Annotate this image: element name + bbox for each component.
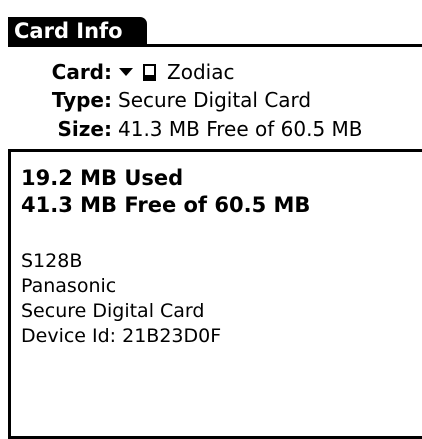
card-label: Card: xyxy=(51,60,112,84)
app-title: Card Info xyxy=(8,17,147,46)
free-space: 41.3 MB Free of 60.5 MB xyxy=(21,193,311,217)
device-id: Device Id: 21B23D0F xyxy=(21,325,222,347)
card-value[interactable]: Zodiac xyxy=(167,58,234,86)
sd-card-icon xyxy=(143,63,156,81)
size-label: Size: xyxy=(57,117,112,141)
triangle-down-icon[interactable] xyxy=(118,66,134,78)
type-label: Type: xyxy=(51,88,112,112)
type-value: Secure Digital Card xyxy=(118,88,312,112)
card-model: S128B xyxy=(21,250,83,272)
detail-panel: 19.2 MB Used 41.3 MB Free of 60.5 MB S12… xyxy=(8,149,422,439)
size-value: 41.3 MB Free of 60.5 MB xyxy=(118,117,363,141)
used-space: 19.2 MB Used xyxy=(21,166,184,190)
title-underline xyxy=(8,44,422,47)
title-bar: Card Info xyxy=(0,0,422,47)
card-manufacturer: Panasonic xyxy=(21,275,117,297)
card-type-detail: Secure Digital Card xyxy=(21,300,205,322)
card-selector[interactable]: Zodiac xyxy=(118,58,234,86)
